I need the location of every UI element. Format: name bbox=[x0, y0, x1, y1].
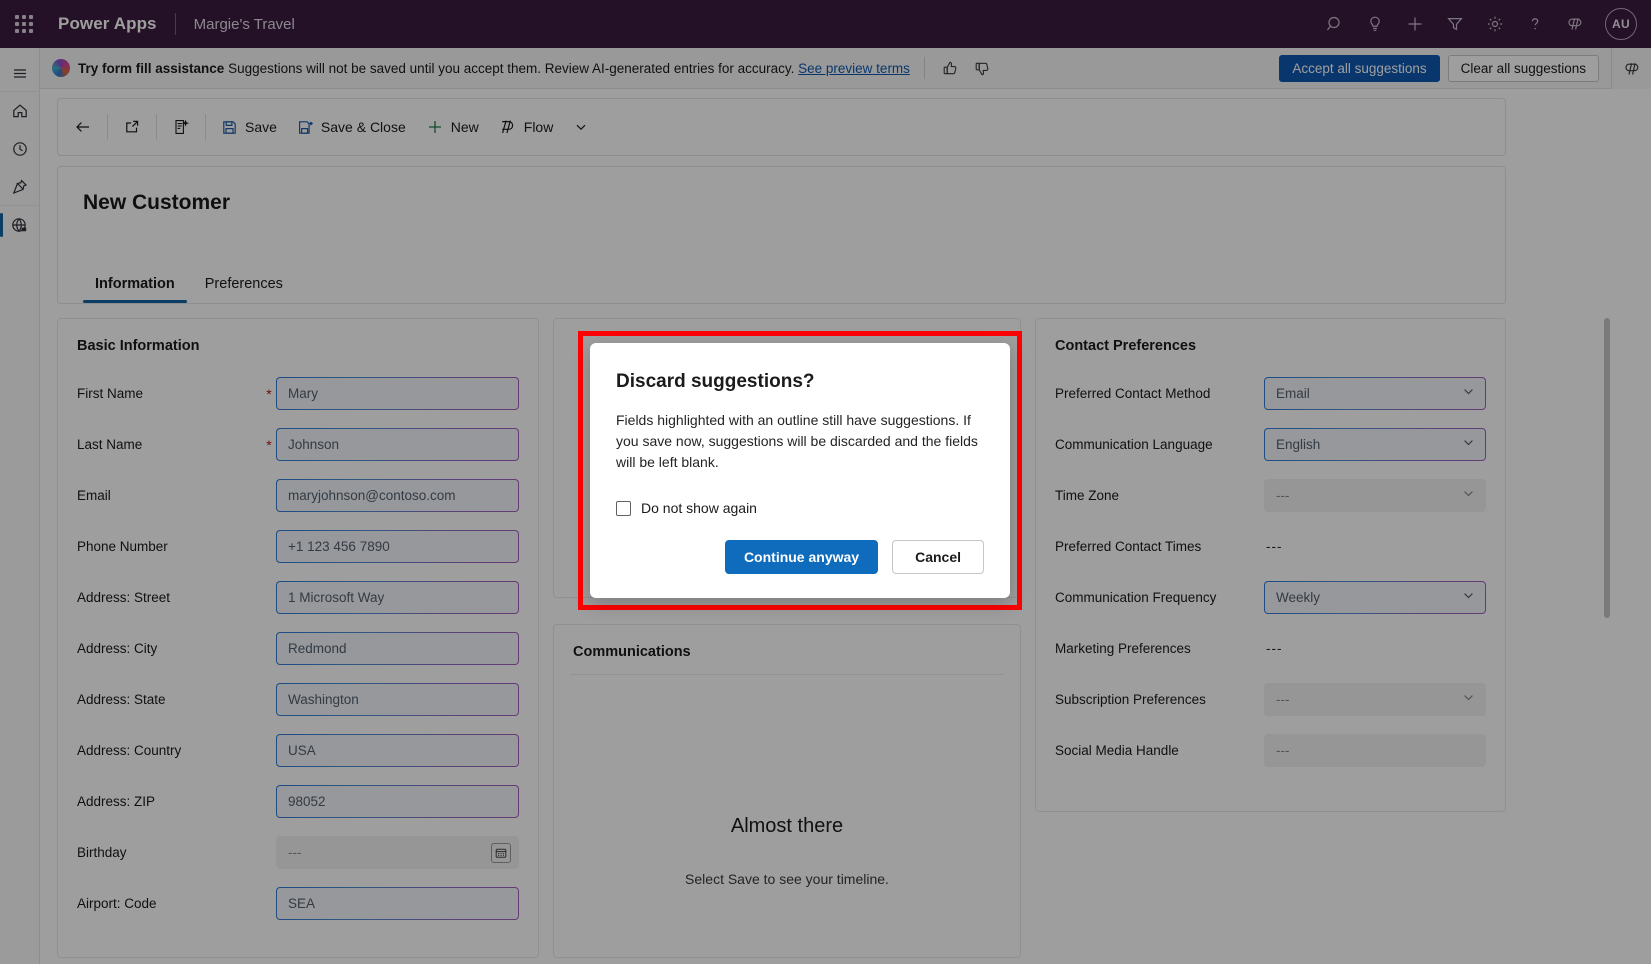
dialog-title: Discard suggestions? bbox=[616, 371, 984, 393]
dialog-body-text: Fields highlighted with an outline still… bbox=[616, 410, 984, 473]
do-not-show-again-checkbox-row[interactable]: Do not show again bbox=[616, 500, 984, 516]
do-not-show-again-label: Do not show again bbox=[641, 500, 757, 516]
app-root: Power Apps Margie's Travel bbox=[0, 0, 1651, 964]
cancel-button[interactable]: Cancel bbox=[892, 540, 984, 574]
continue-anyway-button[interactable]: Continue anyway bbox=[725, 540, 878, 574]
do-not-show-again-checkbox[interactable] bbox=[616, 501, 631, 516]
discard-suggestions-dialog: Discard suggestions? Fields highlighted … bbox=[590, 343, 1010, 598]
dialog-actions: Continue anyway Cancel bbox=[616, 540, 984, 574]
